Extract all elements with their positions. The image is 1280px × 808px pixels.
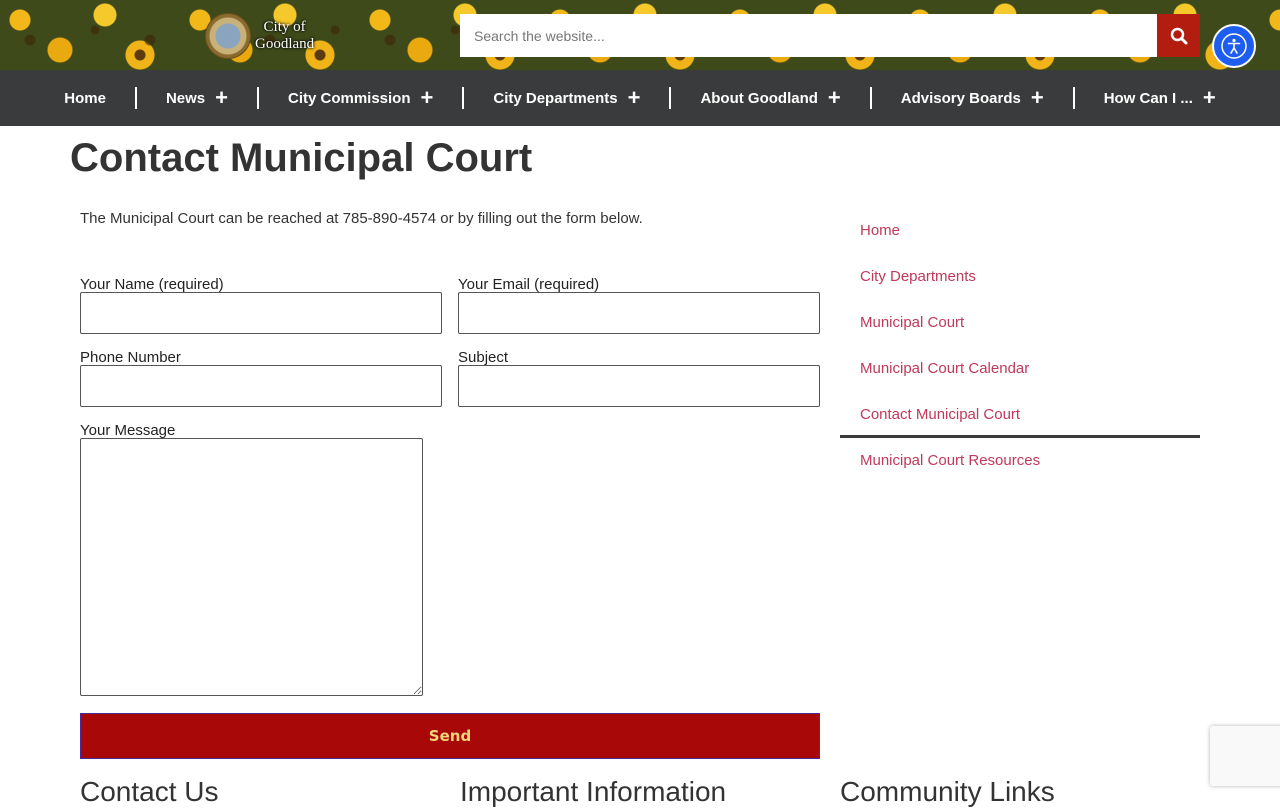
nav-item-label: About Goodland [700,89,818,107]
footer-important-info-heading: Important Information [460,776,727,807]
plus-icon[interactable]: + [1031,87,1044,109]
search-bar [460,14,1200,57]
nav-item-advisory-boards[interactable]: Advisory Boards + [872,86,1073,110]
sidebar-item-contact-municipal-court[interactable]: Contact Municipal Court [840,392,1200,438]
nav-item-news[interactable]: News + [137,86,257,110]
message-field[interactable] [80,438,423,696]
sidebar-item-city-departments[interactable]: City Departments [840,254,1200,300]
phone-field[interactable] [80,365,442,407]
nav-item-label: City Commission [287,89,411,107]
subject-label: Subject [458,349,509,366]
sidebar-item-home[interactable]: Home [840,208,1200,254]
plus-icon[interactable]: + [628,87,641,109]
name-label: Your Name (required) [80,276,224,293]
search-icon [1170,27,1187,44]
message-label: Your Message [80,422,176,439]
plus-icon[interactable]: + [828,87,841,109]
email-field[interactable] [458,292,820,334]
accessibility-button[interactable] [1212,24,1256,68]
footer-community-links-heading: Community Links [840,776,1055,807]
sidebar-item-municipal-court-resources[interactable]: Municipal Court Resources [840,438,1200,484]
logo-text: City of Goodland [255,19,314,53]
nav-item-about-goodland[interactable]: About Goodland + [671,86,869,110]
plus-icon[interactable]: + [1203,87,1216,109]
logo-line-2: Goodland [255,36,315,52]
sidebar-item-municipal-court[interactable]: Municipal Court [840,300,1200,346]
sidebar-item-municipal-court-calendar[interactable]: Municipal Court Calendar [840,346,1200,392]
subject-field[interactable] [458,365,820,407]
phone-label: Phone Number [80,349,181,366]
main-nav: Home News + City Commission + City Depar… [0,70,1280,126]
city-seal-icon [205,13,251,59]
nav-item-city-commission[interactable]: City Commission + [259,86,462,110]
accessibility-icon [1221,33,1247,59]
plus-icon[interactable]: + [421,87,434,109]
recaptcha-badge[interactable] [1210,726,1280,786]
nav-item-city-departments[interactable]: City Departments + [464,86,669,110]
email-label: Your Email (required) [458,276,600,293]
logo-line-1: City of [263,19,306,35]
nav-item-label: Home [64,89,106,107]
footer-contact-heading: Contact Us [80,776,219,807]
nav-item-label: News [165,89,206,107]
search-button[interactable] [1157,14,1200,57]
intro-text: The Municipal Court can be reached at 78… [80,210,643,227]
plus-icon[interactable]: + [215,87,228,109]
city-logo[interactable]: City of Goodland [205,12,314,60]
name-field[interactable] [80,292,442,334]
sidebar-nav: Home City Departments Municipal Court Mu… [840,208,1200,484]
nav-item-label: How Can I ... [1103,89,1193,107]
send-button[interactable]: Send [80,713,820,759]
nav-item-how-can-i[interactable]: How Can I ... + [1075,86,1245,110]
nav-item-label: Advisory Boards [900,89,1021,107]
search-input[interactable] [460,14,1157,57]
page-title: Contact Municipal Court [70,136,533,180]
nav-item-label: City Departments [493,89,618,107]
nav-item-home[interactable]: Home [35,86,135,110]
